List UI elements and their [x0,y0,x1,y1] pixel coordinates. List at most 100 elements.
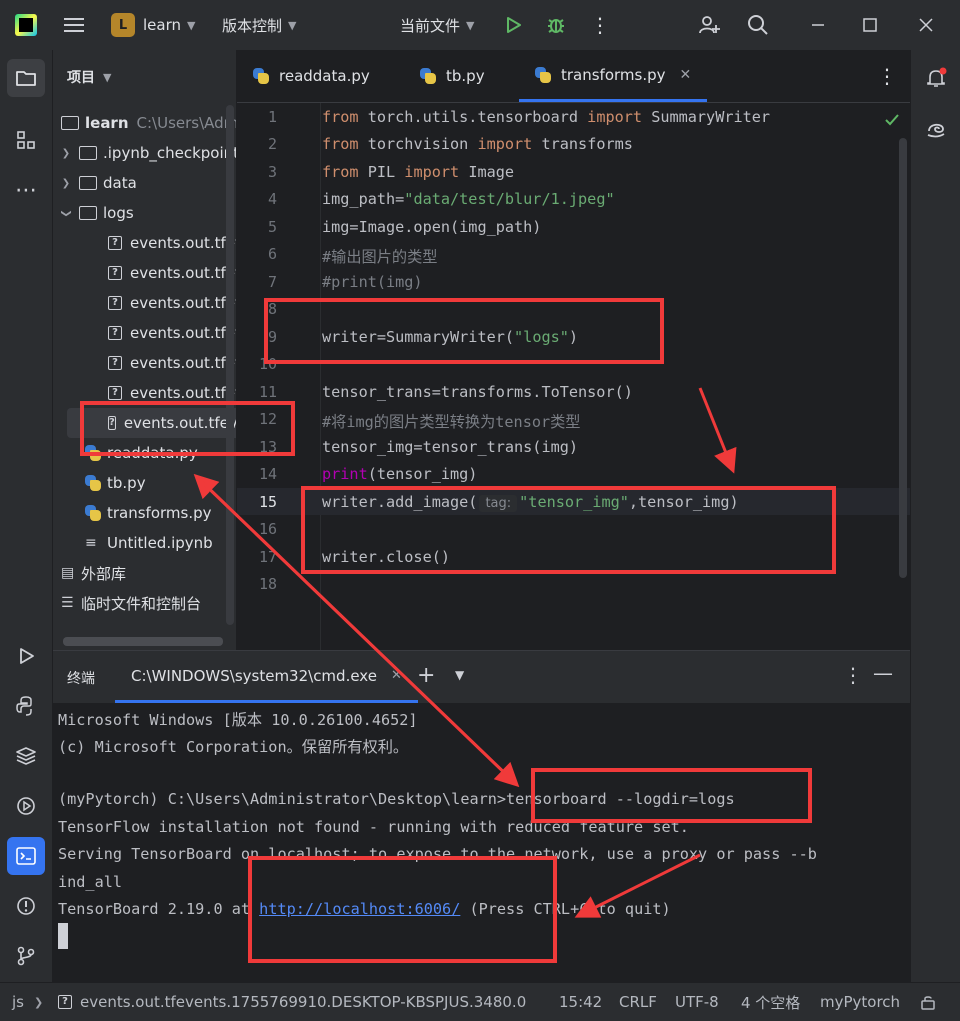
python-file-icon [85,505,101,521]
tree-item-label: events.out.tfevents [130,324,236,342]
tree-item-event-file[interactable]: ? events.out.tfevents [108,258,236,288]
line-number: 14 [258,465,277,483]
unknown-file-icon: ? [108,386,122,400]
tree-item-event-file[interactable]: ? events.out.tfevents [108,228,236,258]
caret-position[interactable]: 15:42 [559,983,602,1021]
tab-readdata[interactable]: readdata.py [253,50,370,102]
tree-item-external-libraries[interactable]: ▤ 外部库 [61,558,126,588]
tree-item-transforms[interactable]: transforms.py [85,498,212,528]
app-logo-icon[interactable] [15,0,37,50]
editor-tabs: readdata.py tb.py transforms.py ✕ ⋮ [237,50,910,103]
left-tool-strip: ⋯ [0,50,53,982]
line-number: 11 [258,383,277,401]
add-user-icon[interactable] [697,0,721,50]
terminal-options-icon[interactable]: ⋮ [843,663,863,687]
keyword: import [477,135,533,153]
run-icon[interactable] [503,0,523,50]
git-icon[interactable] [7,937,45,975]
file-encoding[interactable]: UTF-8 [675,983,719,1021]
annotation-box-command [531,768,812,823]
tree-item-label: events.out.tfevents [130,264,236,282]
line-separator[interactable]: CRLF [619,983,657,1021]
close-tab-icon[interactable]: ✕ [391,668,402,683]
debug-icon[interactable] [545,0,567,50]
tree-item-scratches[interactable]: ☰ 临时文件和控制台 [61,588,201,618]
tree-root[interactable]: learn C:\Users\Admin [61,108,236,138]
annotation-box-url [248,856,557,963]
python-interpreter[interactable]: myPytorch [820,983,900,1021]
minimize-button[interactable] [810,0,826,50]
chevron-down-icon[interactable]: ▼ [455,668,464,682]
project-tool-icon[interactable] [7,59,45,97]
terminal-tool-icon[interactable] [7,837,45,875]
tab-options-icon[interactable]: ⋮ [877,50,897,102]
vcs-menu[interactable]: 版本控制 ▼ [222,0,296,50]
close-button[interactable] [918,0,934,50]
project-selector[interactable]: L learn ▼ [111,0,195,50]
structure-tool-icon[interactable] [7,121,45,159]
breadcrumb-root[interactable]: js ❯ [12,983,43,1021]
code-text: torch.utils.tensorboard [358,108,588,126]
tab-label: transforms.py [561,65,666,84]
run-tool-icon[interactable] [7,637,45,675]
main-menu-icon[interactable] [62,0,86,50]
more-tools-icon[interactable]: ⋯ [7,171,45,209]
search-icon[interactable] [746,0,770,50]
python-packages-icon[interactable] [7,737,45,775]
breadcrumb-file-label: events.out.tfevents.1755769910.DESKTOP-K… [80,993,527,1011]
editor-scrollbar[interactable] [899,138,907,578]
line-number: 1 [267,108,277,126]
tree-item-ipynb-checkpoints[interactable]: ❯ .ipynb_checkpoints [59,138,236,168]
tree-item-event-file[interactable]: ? events.out.tfevents [108,348,236,378]
horizontal-scrollbar[interactable] [63,637,223,646]
code-line-5: img=Image.open(img_path) [322,218,542,236]
python-console-icon[interactable] [7,687,45,725]
hide-panel-icon[interactable]: — [873,661,893,685]
line-number: 18 [258,575,277,593]
no-problems-check-icon [884,113,900,127]
tree-item-logs[interactable]: ❯ logs [59,198,134,228]
tab-transforms[interactable]: transforms.py ✕ [519,50,708,102]
tree-item-data[interactable]: ❯ data [59,168,137,198]
line-number-current: 15 [258,493,277,511]
tree-item-tb[interactable]: tb.py [85,468,146,498]
vcs-label: 版本控制 [222,16,283,35]
breadcrumb-file[interactable]: ? events.out.tfevents.1755769910.DESKTOP… [58,983,526,1021]
unknown-file-icon: ? [108,266,122,280]
services-icon[interactable] [7,787,45,825]
notifications-icon[interactable] [917,59,955,97]
builtin-function: print [322,465,368,483]
unknown-file-icon: ? [108,326,122,340]
vertical-scrollbar[interactable] [226,105,234,625]
tree-item-event-file[interactable]: ? events.out.tfevents [108,318,236,348]
folder-icon [79,206,97,220]
tree-item-event-file[interactable]: ? events.out.tfevents [108,288,236,318]
tree-item-untitled-notebook[interactable]: ≡ Untitled.ipynb [85,528,213,558]
line-number: 2 [267,135,277,153]
chevron-right-icon: ❯ [33,995,44,1009]
notebook-file-icon: ≡ [85,535,97,551]
code-line-2: from torchvision import transforms [322,135,633,153]
code-line-4: img_path="data/test/blur/1.jpeg" [322,190,615,208]
ai-assistant-icon[interactable] [917,109,955,147]
project-panel-header[interactable]: 项目 ▼ [67,62,111,92]
terminal-title: 终端 [67,671,95,687]
code-text: PIL [358,163,405,181]
terminal-tab[interactable]: C:\WINDOWS\system32\cmd.exe ✕ [115,651,418,703]
close-tab-icon[interactable]: ✕ [680,67,692,83]
lock-icon[interactable] [920,983,936,1021]
annotation-box-event-file [80,401,295,456]
tab-tb[interactable]: tb.py [420,50,485,102]
run-config-selector[interactable]: 当前文件 ▼ [400,0,474,50]
scratches-icon: ☰ [61,595,74,611]
more-actions-icon[interactable]: ⋮ [590,0,610,50]
tree-item-label: transforms.py [107,504,212,522]
tree-item-label: events.out.tfevents [130,294,236,312]
maximize-button[interactable] [862,0,878,50]
indent-setting[interactable]: 4 个空格 [741,983,800,1021]
project-panel: 项目 ▼ learn C:\Users\Admin ❯ .ipynb_check… [53,50,236,650]
tab-label: readdata.py [279,67,370,85]
problems-icon[interactable] [7,887,45,925]
new-terminal-icon[interactable]: + [417,663,435,688]
chevron-down-icon: ▼ [103,70,112,84]
